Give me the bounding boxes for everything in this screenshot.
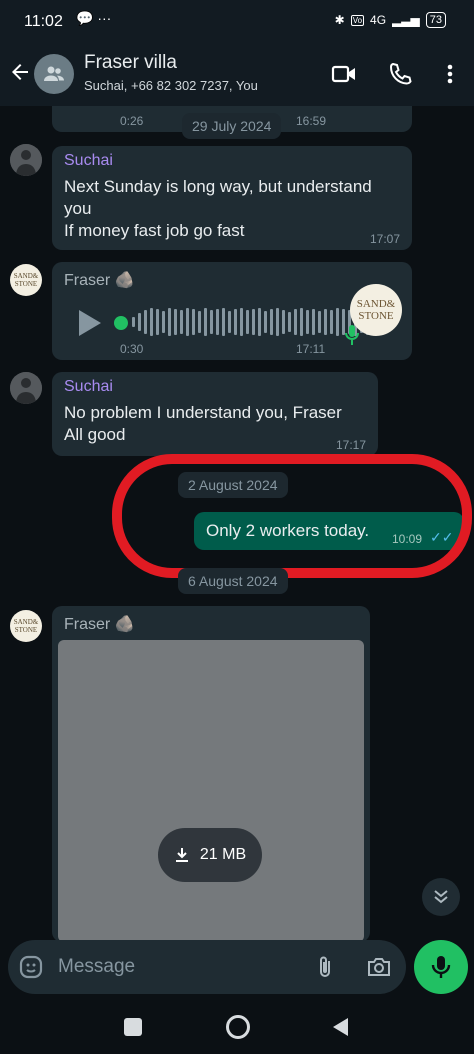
voice-message[interactable]: Fraser 🪨 0:30 17:11 SAND& STONE — [52, 262, 412, 360]
sender-name[interactable]: Suchai — [64, 152, 113, 170]
message-input[interactable] — [56, 952, 280, 982]
status-right-icons: ✱ Vo 4G ▂▃▅ 73 — [335, 12, 446, 28]
date-separator: 6 August 2024 — [178, 568, 288, 594]
status-notification-icons: 💬 ··· — [76, 10, 112, 26]
video-call-icon[interactable] — [330, 60, 358, 88]
chat-participants[interactable]: Suchai, +66 82 302 7237, You — [84, 78, 258, 93]
message-text: All good — [64, 425, 126, 444]
message-composer — [8, 940, 406, 994]
play-icon[interactable] — [76, 308, 104, 338]
attach-icon[interactable] — [314, 954, 336, 980]
message-bubble[interactable]: Suchai Next Sunday is long way, but unde… — [52, 146, 412, 250]
mic-icon — [431, 956, 451, 978]
chat-header: Fraser villa Suchai, +66 82 302 7237, Yo… — [0, 44, 474, 106]
message-time: 16:59 — [296, 114, 327, 128]
battery-icon: 73 — [425, 12, 446, 28]
playback-dot[interactable] — [114, 316, 128, 330]
message-bubble[interactable]: Suchai No problem I understand you, Fras… — [52, 372, 378, 456]
back-button[interactable] — [330, 1016, 350, 1038]
voice-waveform[interactable] — [132, 308, 369, 336]
message-time: 17:07 — [370, 232, 401, 246]
scroll-down-button[interactable] — [422, 878, 460, 916]
system-navigation-bar — [0, 1002, 474, 1054]
voice-duration: 0:26 — [120, 114, 144, 128]
voice-record-button[interactable] — [414, 940, 468, 994]
logo-text: SAND& — [356, 298, 396, 310]
avatar[interactable]: SAND& STONE — [10, 610, 42, 642]
signal-icon: ▂▃▅ — [392, 13, 420, 27]
message-text: you — [64, 199, 92, 218]
media-preview[interactable]: 21 MB — [58, 640, 364, 942]
date-separator: 29 July 2024 — [182, 113, 282, 139]
avatar[interactable]: SAND& STONE — [10, 264, 42, 296]
message-text: Next Sunday is long way, but understand — [64, 177, 372, 196]
network-type: 4G — [370, 13, 387, 27]
bluetooth-icon: ✱ — [334, 13, 345, 27]
recents-button[interactable] — [124, 1018, 142, 1036]
message-text: No problem I understand you, Fraser — [64, 403, 342, 422]
logo-text: STONE — [358, 310, 394, 322]
red-annotation-circle — [112, 454, 472, 578]
camera-icon[interactable] — [366, 955, 392, 979]
status-bar: 11:02 💬 ··· ✱ Vo 4G ▂▃▅ 73 — [0, 0, 474, 44]
back-arrow-icon[interactable] — [8, 60, 32, 84]
avatar[interactable] — [10, 372, 42, 404]
avatar[interactable] — [10, 144, 42, 176]
mic-icon — [345, 325, 359, 345]
sender-name[interactable]: Suchai — [64, 378, 113, 396]
group-icon — [44, 66, 64, 81]
message-text: If money fast job go fast — [64, 221, 245, 240]
volte-icon: Vo — [350, 14, 365, 26]
sticker-icon[interactable] — [18, 954, 44, 980]
sender-name[interactable]: Fraser 🪨 — [64, 270, 135, 290]
more-options-icon[interactable] — [436, 60, 464, 88]
person-photo-icon — [10, 372, 42, 404]
download-button[interactable]: 21 MB — [158, 828, 262, 882]
group-avatar[interactable] — [34, 54, 74, 94]
status-time: 11:02 — [24, 13, 63, 30]
double-chevron-down-icon — [434, 890, 448, 904]
message-time: 17:11 — [296, 342, 326, 356]
voice-call-icon[interactable] — [386, 60, 414, 88]
download-icon — [175, 848, 188, 862]
voice-duration: 0:30 — [120, 342, 144, 356]
chat-area[interactable]: 0:26 16:59 29 July 2024 Suchai Next Sund… — [0, 106, 474, 942]
message-time: 17:17 — [336, 438, 367, 452]
sender-name[interactable]: Fraser 🪨 — [64, 614, 135, 634]
chat-title[interactable]: Fraser villa — [84, 52, 177, 74]
person-photo-icon — [10, 144, 42, 176]
file-size: 21 MB — [199, 846, 247, 863]
home-button[interactable] — [226, 1015, 250, 1039]
